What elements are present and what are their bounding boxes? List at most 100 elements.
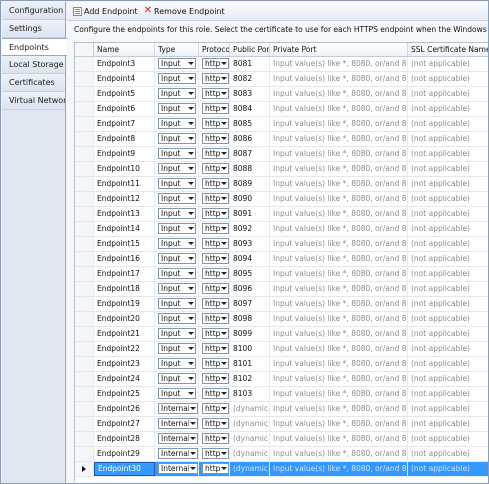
table-row[interactable]: Endpoint23 Input http 8101 Input value(s) li… bbox=[75, 356, 488, 372]
chevron-down-icon[interactable] bbox=[220, 269, 228, 278]
ssl-certificate-cell[interactable]: (not applicable) bbox=[408, 312, 488, 326]
chevron-down-icon[interactable] bbox=[220, 164, 228, 173]
table-row[interactable]: Endpoint9 Input http 8087 Input value(s) lik… bbox=[75, 146, 488, 162]
table-row[interactable]: Endpoint6 Input http 8084 Input value(s) lik… bbox=[75, 101, 488, 117]
row-header[interactable] bbox=[75, 386, 94, 401]
ssl-certificate-cell[interactable]: (not applicable) bbox=[408, 132, 488, 146]
tab-endpoints[interactable]: Endpoints bbox=[2, 38, 67, 56]
private-port-cell[interactable]: Input value(s) like *, 8080, or/and 8000… bbox=[270, 146, 408, 161]
table-row[interactable]: Endpoint7 Input http 8085 Input value(s) lik… bbox=[75, 116, 488, 132]
protocol-select[interactable]: http bbox=[202, 178, 229, 190]
chevron-down-icon[interactable] bbox=[187, 119, 195, 128]
public-port-cell[interactable]: (dynamic) bbox=[230, 416, 270, 431]
row-header[interactable] bbox=[75, 86, 94, 101]
public-port-cell[interactable]: 8081 bbox=[230, 57, 270, 71]
endpoint-name-cell[interactable]: Endpoint27 bbox=[94, 416, 155, 431]
endpoint-name-cell[interactable]: Endpoint12 bbox=[94, 191, 155, 206]
chevron-down-icon[interactable] bbox=[220, 239, 228, 248]
chevron-down-icon[interactable] bbox=[220, 149, 228, 158]
protocol-select[interactable]: http bbox=[202, 58, 229, 70]
column-header-public-port[interactable]: Public Port bbox=[230, 43, 270, 56]
endpoint-name-cell[interactable]: Endpoint11 bbox=[94, 176, 155, 191]
ssl-certificate-cell[interactable]: (not applicable) bbox=[408, 447, 488, 461]
table-row[interactable]: Endpoint3 Input http 8081 Input value(s) lik… bbox=[75, 57, 488, 72]
row-header[interactable] bbox=[75, 161, 94, 176]
chevron-down-icon[interactable] bbox=[189, 464, 197, 473]
chevron-down-icon[interactable] bbox=[187, 299, 195, 308]
protocol-select[interactable]: http bbox=[202, 133, 229, 145]
public-port-cell[interactable]: 8098 bbox=[230, 311, 270, 326]
type-select[interactable]: Internal bbox=[158, 463, 198, 475]
protocol-select[interactable]: http bbox=[202, 283, 229, 295]
type-select[interactable]: Input bbox=[158, 238, 196, 250]
table-row[interactable]: Endpoint18 Input http 8096 Input value(s) li… bbox=[75, 281, 488, 297]
public-port-cell[interactable]: 8097 bbox=[230, 296, 270, 311]
endpoint-name-cell[interactable]: Endpoint13 bbox=[94, 206, 155, 221]
chevron-down-icon[interactable] bbox=[187, 344, 195, 353]
chevron-down-icon[interactable] bbox=[189, 419, 197, 428]
row-header[interactable] bbox=[75, 326, 94, 341]
ssl-certificate-cell[interactable]: (not applicable) bbox=[408, 432, 488, 446]
chevron-down-icon[interactable] bbox=[187, 359, 195, 368]
chevron-down-icon[interactable] bbox=[220, 299, 228, 308]
public-port-cell[interactable]: 8090 bbox=[230, 191, 270, 206]
ssl-certificate-cell[interactable]: (not applicable) bbox=[408, 252, 488, 266]
protocol-select[interactable]: http bbox=[202, 268, 229, 280]
chevron-down-icon[interactable] bbox=[189, 449, 197, 458]
endpoints-grid[interactable]: Name Type Protocol Public Port Private P… bbox=[74, 42, 488, 482]
type-select[interactable]: Input bbox=[158, 73, 196, 85]
ssl-certificate-cell[interactable]: (not applicable) bbox=[408, 387, 488, 401]
chevron-down-icon[interactable] bbox=[220, 434, 228, 443]
endpoint-name-cell[interactable]: Endpoint18 bbox=[94, 281, 155, 296]
endpoint-name-cell[interactable]: Endpoint29 bbox=[94, 446, 155, 461]
ssl-certificate-cell[interactable]: (not applicable) bbox=[408, 117, 488, 131]
public-port-cell[interactable]: 8092 bbox=[230, 221, 270, 236]
private-port-cell[interactable]: Input value(s) like *, 8080, or/and 8000… bbox=[270, 401, 408, 416]
chevron-down-icon[interactable] bbox=[220, 74, 228, 83]
table-row[interactable]: Endpoint4 Input http 8082 Input value(s) lik… bbox=[75, 71, 488, 87]
ssl-certificate-cell[interactable]: (not applicable) bbox=[408, 222, 488, 236]
endpoint-name-cell[interactable]: Endpoint8 bbox=[94, 131, 155, 146]
private-port-cell[interactable]: Input value(s) like *, 8080, or/and 8000… bbox=[270, 71, 408, 86]
endpoint-name-cell[interactable]: Endpoint22 bbox=[94, 341, 155, 356]
chevron-down-icon[interactable] bbox=[187, 284, 195, 293]
chevron-down-icon[interactable] bbox=[220, 194, 228, 203]
private-port-cell[interactable]: Input value(s) like *, 8080, or/and 8000… bbox=[270, 161, 408, 176]
public-port-cell[interactable]: (dynamic) bbox=[230, 431, 270, 446]
chevron-down-icon[interactable] bbox=[220, 119, 228, 128]
endpoint-name-cell[interactable]: Endpoint21 bbox=[94, 326, 155, 341]
chevron-down-icon[interactable] bbox=[187, 149, 195, 158]
endpoint-name-cell[interactable]: Endpoint14 bbox=[94, 221, 155, 236]
chevron-down-icon[interactable] bbox=[187, 269, 195, 278]
public-port-cell[interactable]: 8082 bbox=[230, 71, 270, 86]
chevron-down-icon[interactable] bbox=[220, 464, 228, 473]
type-select[interactable]: Input bbox=[158, 373, 196, 385]
endpoint-name-cell[interactable]: Endpoint5 bbox=[94, 86, 155, 101]
type-select[interactable]: Input bbox=[158, 118, 196, 130]
table-row[interactable]: Endpoint5 Input http 8083 Input value(s) lik… bbox=[75, 86, 488, 102]
private-port-cell[interactable]: Input value(s) like *, 8080, or/and 8000… bbox=[270, 57, 408, 71]
private-port-cell[interactable]: Input value(s) like *, 8080, or/and 8000… bbox=[270, 431, 408, 446]
ssl-certificate-cell[interactable]: (not applicable) bbox=[408, 237, 488, 251]
protocol-select[interactable]: http bbox=[202, 223, 229, 235]
chevron-down-icon[interactable] bbox=[187, 374, 195, 383]
ssl-certificate-cell[interactable]: (not applicable) bbox=[408, 72, 488, 86]
row-header[interactable] bbox=[75, 221, 94, 236]
private-port-cell[interactable]: Input value(s) like *, 8080, or/and 8000… bbox=[270, 341, 408, 356]
private-port-cell[interactable]: Input value(s) like *, 8080, or/and 8000… bbox=[270, 116, 408, 131]
type-select[interactable]: Input bbox=[158, 343, 196, 355]
type-select[interactable]: Internal bbox=[158, 418, 198, 430]
type-select[interactable]: Internal bbox=[158, 433, 198, 445]
private-port-cell[interactable]: Input value(s) like *, 8080, or/and 8000… bbox=[270, 356, 408, 371]
type-select[interactable]: Input bbox=[158, 283, 196, 295]
table-row[interactable]: Endpoint14 Input http 8092 Input value(s) li… bbox=[75, 221, 488, 237]
public-port-cell[interactable]: 8083 bbox=[230, 86, 270, 101]
ssl-certificate-cell[interactable]: (not applicable) bbox=[408, 207, 488, 221]
type-select[interactable]: Input bbox=[158, 148, 196, 160]
ssl-certificate-cell[interactable]: (not applicable) bbox=[408, 282, 488, 296]
row-header[interactable] bbox=[75, 206, 94, 221]
protocol-select[interactable]: http bbox=[202, 148, 229, 160]
public-port-cell[interactable]: 8091 bbox=[230, 206, 270, 221]
table-row[interactable]: Endpoint20 Input http 8098 Input value(s) li… bbox=[75, 311, 488, 327]
row-header[interactable] bbox=[75, 131, 94, 146]
